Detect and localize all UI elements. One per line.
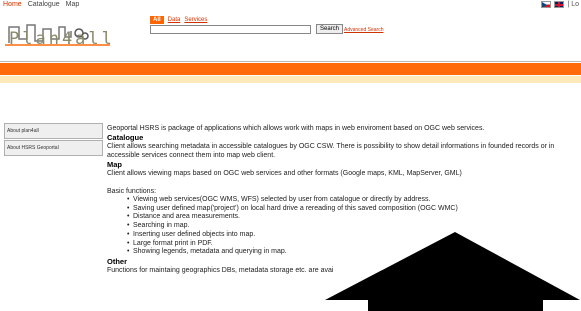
map-text: Client allows viewing maps based on OGC …: [107, 170, 462, 177]
functions-list: Viewing web services(OGC WMS, WFS) selec…: [127, 196, 577, 257]
other-heading: Other: [107, 256, 128, 266]
list-item: Viewing web services(OGC WMS, WFS) selec…: [127, 196, 577, 205]
list-item: Searching in map.: [127, 222, 577, 231]
search-input[interactable]: [150, 25, 311, 34]
language-switcher: | Lo: [541, 1, 579, 8]
nav-map-link[interactable]: Map: [66, 1, 80, 8]
sidebar: About plan4all About HSRS Geoportal: [4, 123, 103, 157]
tab-data[interactable]: Data: [168, 17, 181, 23]
map-heading: Map: [107, 160, 122, 169]
catalogue-heading: Catalogue: [107, 133, 144, 142]
list-item: Inserting user defined objects into map.: [127, 231, 577, 240]
header-divider: [0, 61, 581, 62]
list-item: Distance and area measurements.: [127, 213, 577, 222]
tab-services[interactable]: Services: [184, 17, 207, 23]
login-link[interactable]: | Lo: [567, 1, 579, 8]
tab-all[interactable]: All: [150, 16, 164, 24]
other-text: Functions for maintaing geographics DBs,…: [107, 266, 334, 274]
sidebar-item-about-plan4all[interactable]: About plan4all: [4, 123, 103, 139]
sidebar-item-about-hsrs-geoportal[interactable]: About HSRS Geoportal: [4, 140, 103, 156]
catalogue-text: Client allows searching metadata in acce…: [107, 143, 555, 159]
top-nav: Home Catalogue Map: [3, 1, 79, 8]
list-item: Showing legends, metadata and querying i…: [127, 248, 577, 257]
nav-home-link[interactable]: Home: [3, 1, 22, 8]
top-bar: Home Catalogue Map | Lo: [0, 0, 581, 13]
orange-banner: [0, 63, 581, 75]
main-content: Geoportal HSRS is package of application…: [107, 124, 577, 275]
search-tabs: All Data Services: [150, 16, 207, 24]
list-item: Large format print in PDF.: [127, 240, 577, 249]
logo-text: Plan4all: [9, 29, 115, 49]
nav-catalogue-link[interactable]: Catalogue: [28, 1, 60, 8]
advanced-search-link[interactable]: Advanced Search: [344, 27, 383, 33]
czech-flag-icon[interactable]: [541, 1, 552, 8]
search-button[interactable]: Search: [316, 24, 344, 34]
sub-banner: [0, 76, 581, 83]
basic-functions-label: Basic functions:: [107, 188, 157, 195]
list-item: Saving user defined map('project') on lo…: [127, 205, 577, 214]
english-flag-icon[interactable]: [554, 1, 565, 8]
intro-text: Geoportal HSRS is package of application…: [107, 125, 485, 132]
